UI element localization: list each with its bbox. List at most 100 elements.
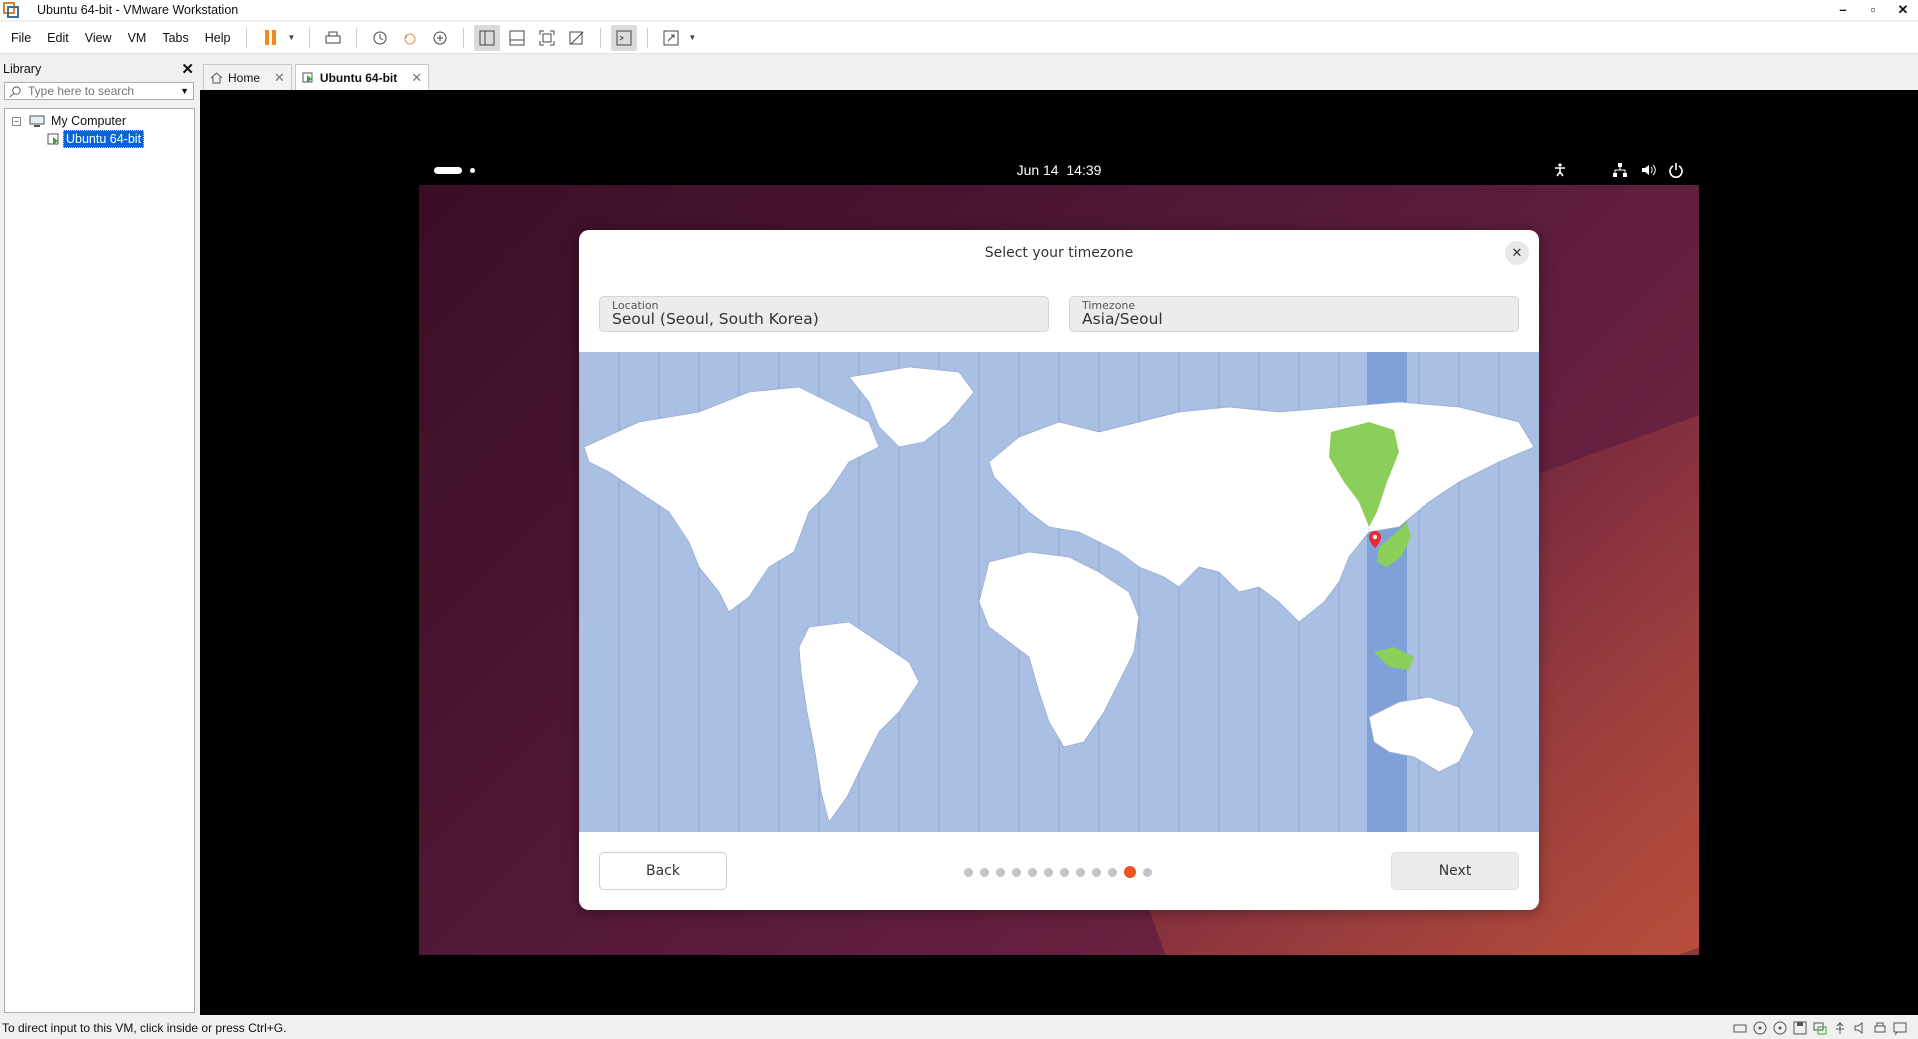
vm-console[interactable]: Jun 14 14:39 Select your timezone ✕ Loca…	[200, 90, 1918, 1015]
tab-home[interactable]: Home ✕	[203, 64, 292, 90]
accessibility-icon[interactable]	[1552, 162, 1568, 178]
unity-icon	[569, 31, 584, 44]
unity-button[interactable]	[564, 25, 590, 51]
library-header: Library ✕	[0, 58, 198, 80]
stretch-guest-button[interactable]	[658, 25, 684, 51]
message-log-icon[interactable]	[1892, 1020, 1908, 1036]
menu-tabs[interactable]: Tabs	[154, 31, 196, 45]
thumbnail-bar-button[interactable]	[504, 25, 530, 51]
status-bar: To direct input to this VM, click inside…	[0, 1018, 1918, 1038]
close-tab-icon[interactable]: ✕	[411, 70, 422, 86]
guest-screen[interactable]: Jun 14 14:39 Select your timezone ✕ Loca…	[419, 155, 1699, 955]
minimize-icon[interactable]: –	[1828, 0, 1858, 20]
window-titlebar: Ubuntu 64-bit - VMware Workstation – ▫ ✕	[0, 0, 1918, 20]
maximize-icon[interactable]: ▫	[1858, 0, 1888, 20]
step-dot	[1060, 867, 1069, 877]
close-window-icon[interactable]: ✕	[1888, 0, 1918, 20]
stretch-dropdown-icon[interactable]: ▼	[688, 33, 696, 42]
step-dot	[1092, 867, 1101, 877]
collapse-icon[interactable]: −	[12, 116, 21, 126]
close-tab-icon[interactable]: ✕	[274, 70, 285, 86]
step-dot	[1143, 867, 1152, 877]
window-title: Ubuntu 64-bit - VMware Workstation	[37, 3, 239, 17]
volume-icon[interactable]	[1640, 162, 1656, 178]
power-dropdown-icon[interactable]: ▼	[287, 33, 295, 42]
timezone-field[interactable]: Timezone Asia/Seoul	[1069, 296, 1519, 332]
menu-view[interactable]: View	[77, 31, 120, 45]
network-adapter-icon[interactable]	[1812, 1020, 1828, 1036]
menu-file[interactable]: File	[0, 31, 39, 45]
next-button[interactable]: Next	[1391, 852, 1519, 890]
snapshot-manager-button[interactable]	[427, 25, 453, 51]
library-close-icon[interactable]: ✕	[181, 60, 194, 78]
sound-card-icon[interactable]	[1852, 1020, 1868, 1036]
tab-bar: Home ✕ Ubuntu 64-bit ✕	[203, 62, 432, 90]
send-ctrl-alt-del-button[interactable]	[320, 25, 346, 51]
toolbar-separator	[309, 27, 311, 48]
vm-running-icon	[302, 72, 313, 83]
tab-ubuntu[interactable]: Ubuntu 64-bit ✕	[294, 64, 430, 90]
step-dot	[1108, 867, 1117, 877]
show-library-button[interactable]	[474, 24, 501, 51]
snapshot-icon	[373, 31, 387, 44]
timezone-value[interactable]: Asia/Seoul	[1082, 310, 1163, 328]
step-dot	[1028, 867, 1037, 877]
library-panel: Library ✕ ▼ − My Computer Ubuntu 64-bit	[0, 58, 198, 1015]
home-icon	[210, 72, 223, 84]
printer-icon[interactable]	[1872, 1020, 1888, 1036]
tree-item-my-computer[interactable]: − My Computer	[5, 112, 194, 130]
menubar: File Edit View VM Tabs Help ▼ ▼	[0, 22, 1918, 54]
system-tray[interactable]	[1552, 162, 1684, 178]
toolbar-separator	[600, 27, 602, 48]
library-search: ▼	[4, 82, 194, 100]
library-search-input[interactable]	[28, 84, 181, 98]
clock[interactable]: Jun 14 14:39	[419, 155, 1699, 185]
snapshot-button[interactable]	[367, 25, 393, 51]
step-dot	[964, 867, 973, 877]
network-icon[interactable]	[1612, 162, 1628, 178]
device-status-icons	[1732, 1020, 1908, 1036]
usb-icon[interactable]	[1832, 1020, 1848, 1036]
pause-button[interactable]	[257, 25, 283, 51]
toolbar-separator	[246, 27, 248, 48]
search-dropdown-icon[interactable]: ▼	[180, 86, 189, 96]
tree-item-label: My Computer	[51, 114, 127, 128]
search-icon	[9, 85, 21, 97]
vm-running-icon	[47, 133, 59, 145]
menu-vm[interactable]: VM	[120, 31, 155, 45]
timezone-fields: Location Seoul (Seoul, South Korea) Time…	[599, 296, 1519, 332]
library-title: Library	[3, 62, 42, 76]
dialog-title: Select your timezone	[984, 245, 1134, 261]
gnome-topbar: Jun 14 14:39	[419, 155, 1699, 185]
step-dot	[1076, 867, 1085, 877]
close-icon: ✕	[1511, 245, 1523, 260]
floppy-icon[interactable]	[1792, 1020, 1808, 1036]
pause-icon	[264, 30, 276, 45]
vmware-app-icon	[3, 2, 19, 18]
step-dot	[996, 867, 1005, 877]
tab-label: Home	[228, 70, 261, 85]
menu-help[interactable]: Help	[197, 31, 239, 45]
tree-item-ubuntu[interactable]: Ubuntu 64-bit	[5, 130, 194, 148]
snapshot-manager-icon	[433, 31, 447, 44]
toolbar-separator	[463, 27, 465, 48]
timezone-map[interactable]	[579, 352, 1539, 832]
full-screen-button[interactable]	[534, 25, 560, 51]
location-field[interactable]: Location Seoul (Seoul, South Korea)	[599, 296, 1049, 332]
power-icon[interactable]	[1668, 162, 1684, 178]
back-button[interactable]: Back	[599, 852, 727, 890]
step-dot	[980, 867, 989, 877]
hard-disk-icon[interactable]	[1732, 1020, 1748, 1036]
location-value[interactable]: Seoul (Seoul, South Korea)	[612, 310, 819, 328]
dialog-close-button[interactable]: ✕	[1505, 241, 1529, 265]
cd-dvd-icon[interactable]	[1752, 1020, 1768, 1036]
world-map[interactable]	[579, 352, 1539, 832]
console-view-button[interactable]	[611, 24, 638, 51]
thumbnail-layout-icon	[509, 30, 525, 45]
computer-icon	[29, 115, 45, 127]
tab-label: Ubuntu 64-bit	[319, 70, 398, 85]
cd-dvd-2-icon[interactable]	[1772, 1020, 1788, 1036]
revert-snapshot-button[interactable]	[397, 25, 423, 51]
toolbar-separator	[647, 27, 649, 48]
menu-edit[interactable]: Edit	[39, 31, 77, 45]
